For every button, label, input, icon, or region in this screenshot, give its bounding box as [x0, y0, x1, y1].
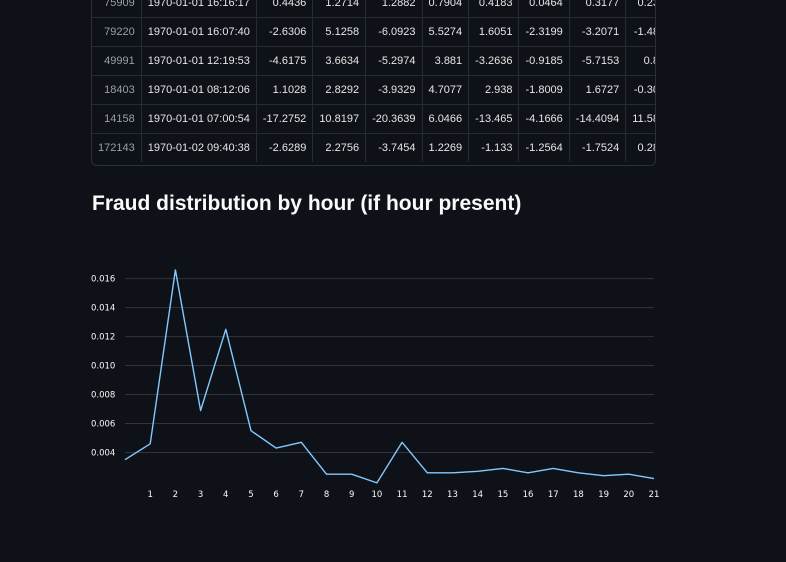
x-tick-label: 20	[623, 490, 634, 500]
x-tick-label: 2	[173, 490, 178, 500]
x-tick-label: 9	[349, 490, 354, 500]
x-tick-label: 18	[573, 490, 584, 500]
y-tick-label: 0.016	[91, 275, 115, 285]
x-tick-label: 17	[548, 490, 559, 500]
y-tick-label: 0.004	[91, 448, 115, 458]
x-tick-label: 12	[422, 490, 433, 500]
x-tick-label: 13	[447, 490, 458, 500]
x-tick-label: 16	[523, 490, 534, 500]
x-tick-label: 3	[198, 490, 203, 500]
x-tick-label: 14	[472, 490, 483, 500]
y-tick-label: 0.014	[91, 304, 115, 314]
x-tick-label: 5	[248, 490, 253, 500]
x-tick-label: 21	[649, 490, 660, 500]
y-tick-label: 0.010	[91, 362, 115, 372]
app-page: 75909 1970-01-01 16:16:17 0.4436 1.2714 1.28…	[0, 0, 786, 562]
x-tick-label: 19	[598, 490, 609, 500]
y-tick-label: 0.012	[91, 333, 115, 343]
y-tick-label: 0.006	[91, 420, 115, 430]
fraud-by-hour-chart: 0.0040.0060.0080.0100.0120.0140.0161 2 3 4 5…	[91, 269, 660, 500]
x-tick-label: 10	[371, 490, 382, 500]
x-tick-label: 11	[397, 490, 408, 500]
y-tick-label: 0.008	[91, 391, 115, 401]
x-tick-label: 8	[324, 490, 329, 500]
x-tick-label: 7	[299, 490, 304, 500]
fraud-rate-line[interactable]	[124, 269, 655, 484]
x-tick-label: 1	[147, 490, 152, 500]
x-tick-label: 4	[223, 490, 228, 500]
x-tick-label: 6	[273, 490, 278, 500]
x-tick-label: 15	[497, 490, 508, 500]
